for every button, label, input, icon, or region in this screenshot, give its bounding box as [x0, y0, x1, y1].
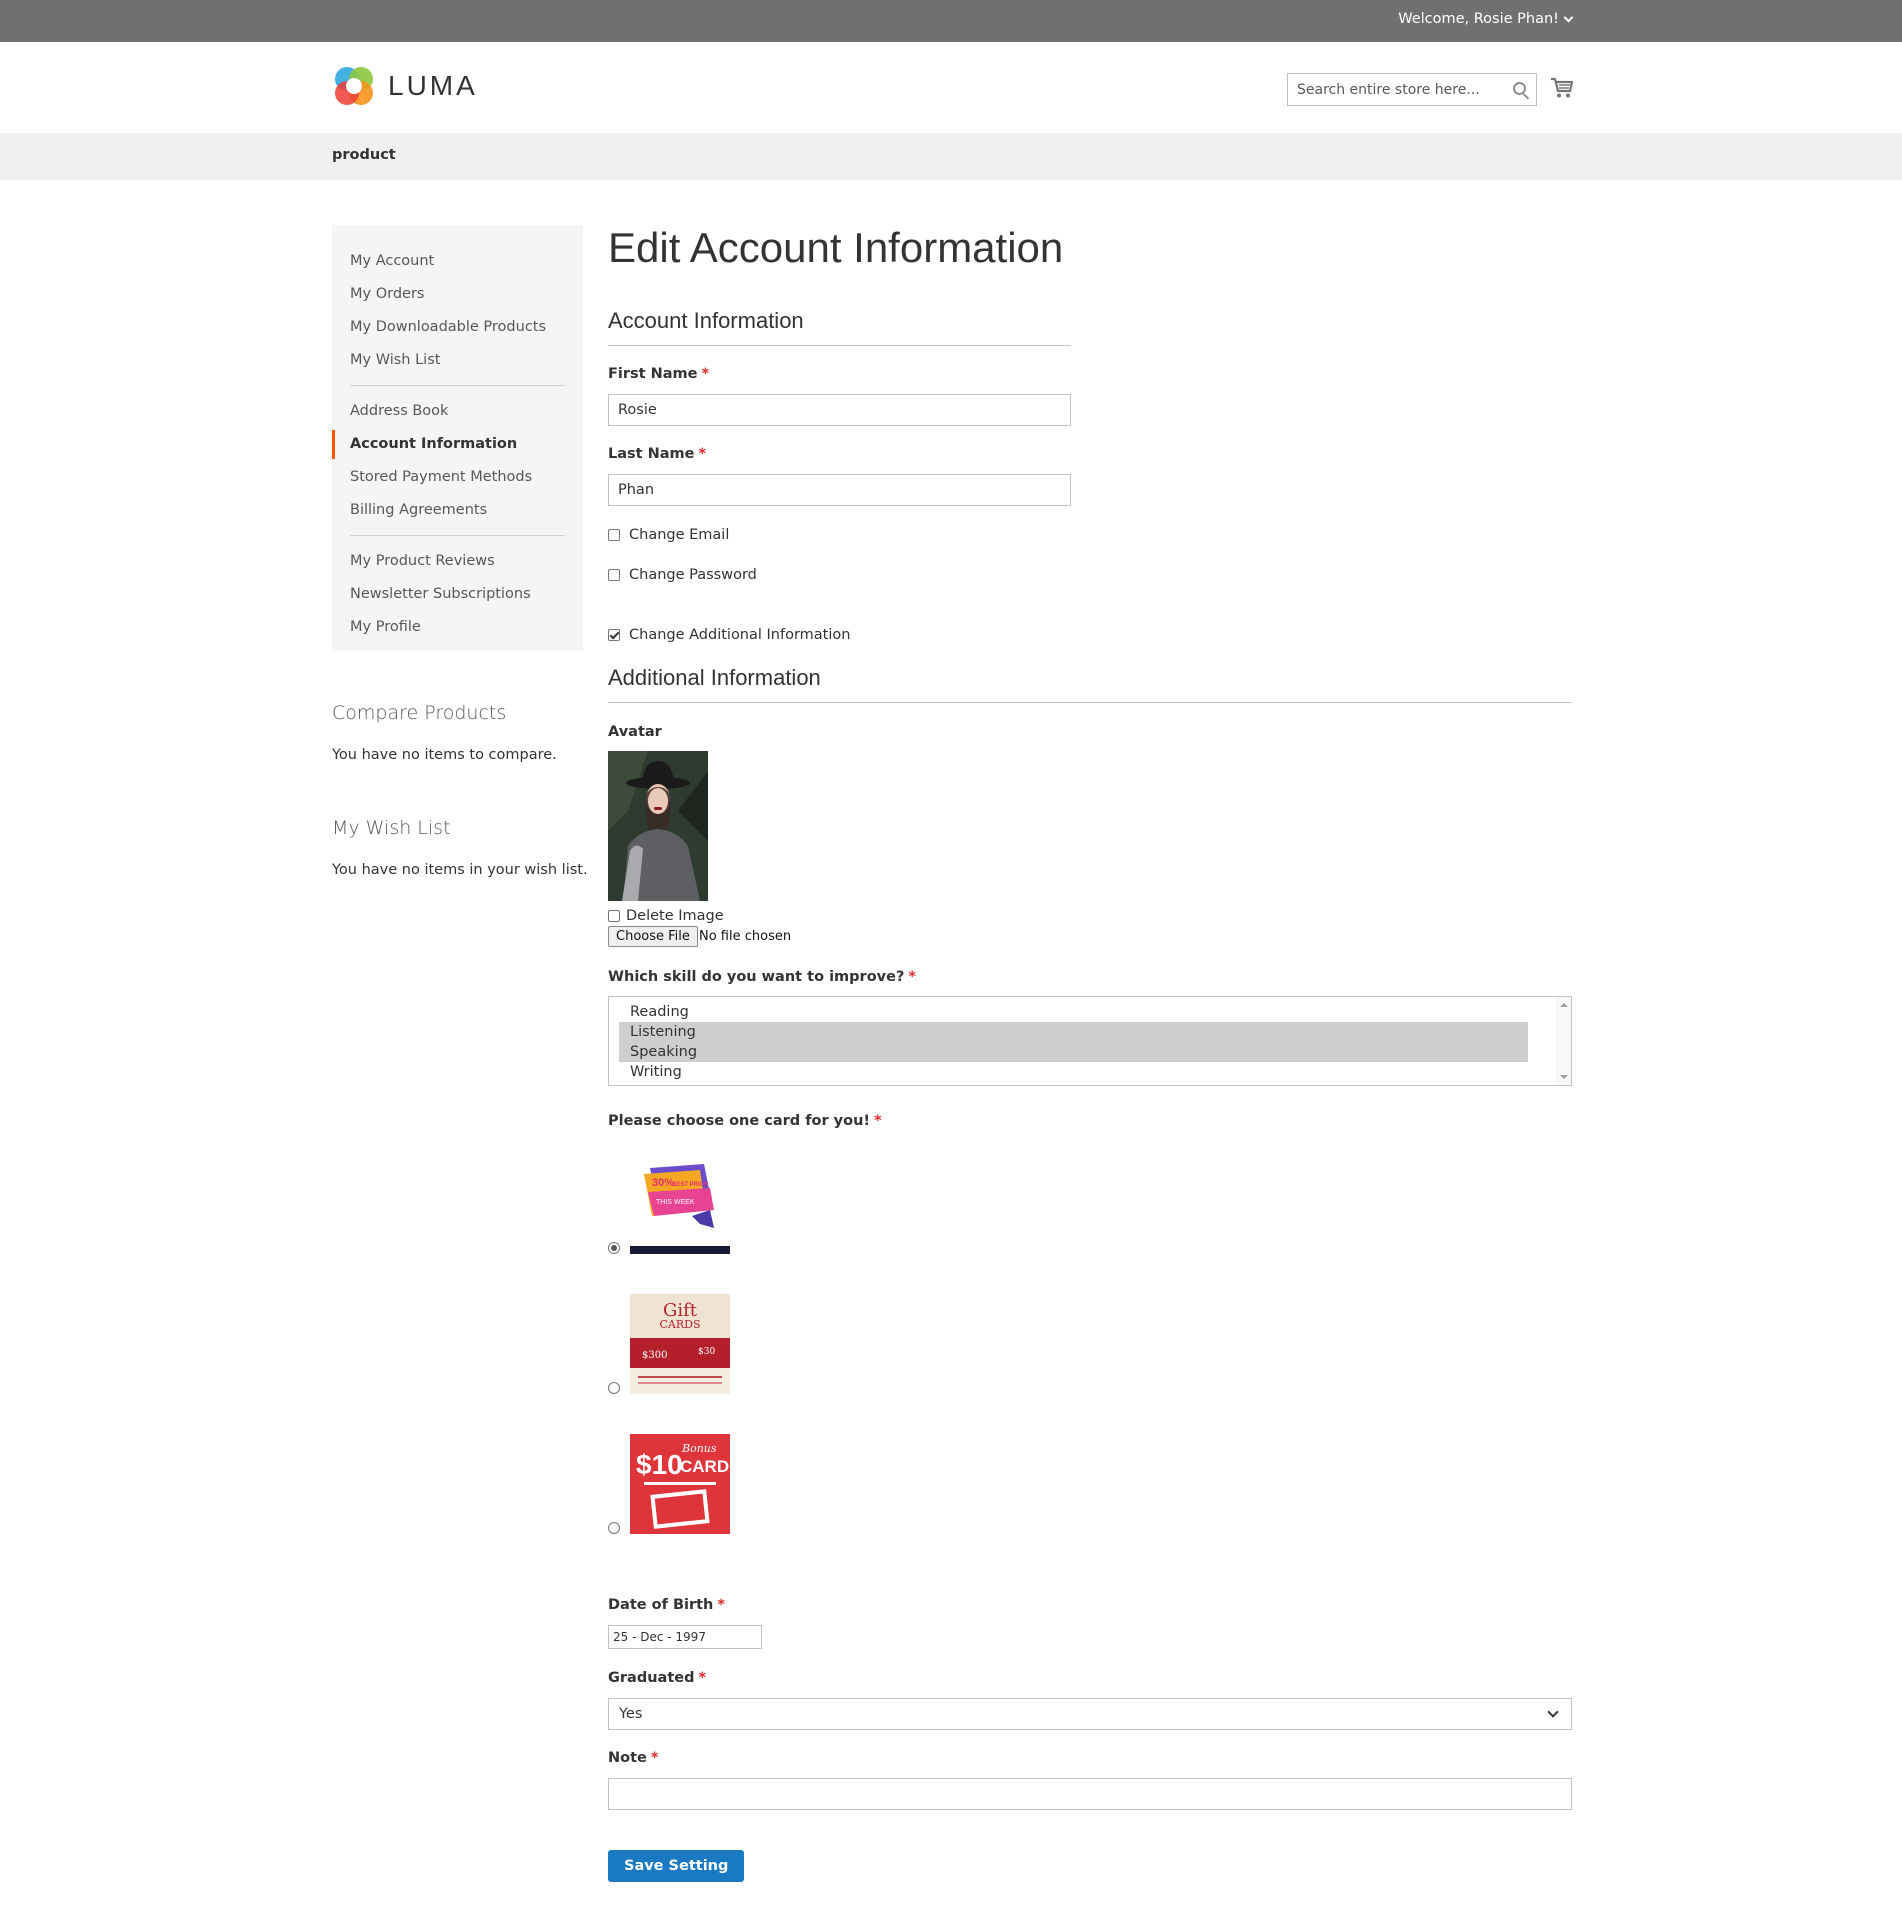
- chevron-down-icon: [1547, 1706, 1559, 1718]
- card-label: Please choose one card for you! *: [608, 1113, 882, 1129]
- skill-multiselect[interactable]: Reading Listening Speaking Writing: [608, 996, 1572, 1086]
- chevron-down-icon: [1563, 12, 1574, 22]
- checkbox-box-checked[interactable]: [608, 629, 620, 641]
- nav-item-my-profile[interactable]: My Profile: [332, 611, 583, 644]
- logo[interactable]: LUMA: [332, 64, 478, 108]
- wish-list-text: You have no items in your wish list.: [332, 862, 588, 878]
- skill-option-writing[interactable]: Writing: [619, 1062, 1528, 1082]
- breadcrumb: product: [0, 133, 1902, 180]
- dob-input[interactable]: [608, 1625, 762, 1649]
- change-additional-checkbox[interactable]: Change Additional Information: [608, 627, 850, 643]
- card-image-best-price[interactable]: 30% BEST PRICE THIS WEEK: [630, 1154, 730, 1254]
- checkbox-box[interactable]: [608, 910, 620, 922]
- card-radio-3[interactable]: [608, 1522, 620, 1534]
- skill-option-speaking[interactable]: Speaking: [619, 1042, 1528, 1062]
- search-input[interactable]: [1288, 74, 1498, 105]
- welcome-menu[interactable]: Welcome, Rosie Phan!: [1398, 11, 1574, 27]
- wish-list-title: My Wish List: [332, 817, 451, 839]
- nav-item-account-information[interactable]: Account Information: [332, 428, 583, 461]
- legend-rule: [608, 345, 1071, 346]
- nav-item-downloadable-products[interactable]: My Downloadable Products: [332, 311, 583, 344]
- cart-icon[interactable]: [1550, 76, 1574, 100]
- first-name-input[interactable]: [608, 394, 1071, 426]
- nav-item-wish-list[interactable]: My Wish List: [332, 344, 583, 377]
- luma-logo-icon: [335, 67, 373, 105]
- nav-item-stored-payment-methods[interactable]: Stored Payment Methods: [332, 461, 583, 494]
- card3-text-bonus: Bonus: [681, 1442, 717, 1455]
- logo-text: LUMA: [388, 70, 478, 101]
- card1-text-best-price: BEST PRICE: [672, 1182, 708, 1188]
- card1-text-this-week: THIS WEEK: [656, 1199, 695, 1206]
- nav-divider: [332, 527, 583, 545]
- nav-item-billing-agreements[interactable]: Billing Agreements: [332, 494, 583, 527]
- change-email-label: Change Email: [629, 527, 730, 543]
- note-label: Note *: [608, 1750, 659, 1766]
- nav-divider: [332, 377, 583, 395]
- avatar-image: [608, 751, 708, 901]
- nav-item-address-book[interactable]: Address Book: [332, 395, 583, 428]
- card3-text-card: CARD: [680, 1457, 729, 1476]
- compare-products-text: You have no items to compare.: [332, 747, 557, 763]
- top-bar: Welcome, Rosie Phan!: [0, 0, 1902, 42]
- checkbox-box[interactable]: [608, 569, 620, 581]
- dob-label: Date of Birth *: [608, 1597, 725, 1613]
- change-password-label: Change Password: [629, 567, 757, 583]
- last-name-input[interactable]: [608, 474, 1071, 506]
- skill-option-reading[interactable]: Reading: [619, 1002, 1528, 1022]
- legend-rule: [608, 702, 1572, 703]
- change-email-checkbox[interactable]: Change Email: [608, 527, 729, 543]
- nav-item-product-reviews[interactable]: My Product Reviews: [332, 545, 583, 578]
- card2-text-amount: $300: [642, 1350, 667, 1361]
- account-nav: My Account My Orders My Downloadable Pro…: [332, 225, 583, 651]
- search-icon[interactable]: [1513, 82, 1526, 95]
- nav-item-newsletter-subscriptions[interactable]: Newsletter Subscriptions: [332, 578, 583, 611]
- first-name-label: First Name *: [608, 366, 710, 382]
- card2-text-cards: CARDS: [660, 1318, 701, 1331]
- last-name-label: Last Name *: [608, 446, 707, 462]
- card-image-gift-cards[interactable]: Gift CARDS $300 $30: [630, 1294, 730, 1394]
- skill-option-listening[interactable]: Listening: [619, 1022, 1528, 1042]
- scrollbar[interactable]: [1556, 997, 1571, 1085]
- card-radio-2[interactable]: [608, 1382, 620, 1394]
- card-image-bonus-card[interactable]: $10 Bonus CARD: [630, 1434, 730, 1534]
- page-title: Edit Account Information: [608, 224, 1064, 271]
- nav-item-my-account[interactable]: My Account: [332, 245, 583, 278]
- delete-image-checkbox[interactable]: Delete Image: [608, 908, 724, 924]
- save-setting-button[interactable]: Save Setting: [608, 1850, 745, 1882]
- additional-information-legend: Additional Information: [608, 665, 821, 690]
- card-radio-1[interactable]: [608, 1242, 620, 1254]
- no-file-chosen-text: No file chosen: [699, 929, 792, 944]
- welcome-text: Welcome, Rosie Phan!: [1398, 11, 1559, 27]
- nav-item-my-orders[interactable]: My Orders: [332, 278, 583, 311]
- compare-products-title: Compare Products: [332, 702, 507, 724]
- search-box: [1287, 73, 1537, 106]
- graduated-select[interactable]: Yes: [608, 1698, 1572, 1730]
- checkbox-box[interactable]: [608, 529, 620, 541]
- graduated-selected-value: Yes: [619, 1706, 643, 1722]
- skill-label: Which skill do you want to improve? *: [608, 969, 916, 985]
- change-password-checkbox[interactable]: Change Password: [608, 567, 757, 583]
- card2-text-bonus: $30: [698, 1347, 715, 1357]
- scroll-up-icon[interactable]: [1560, 1003, 1568, 1007]
- graduated-label: Graduated *: [608, 1670, 707, 1686]
- delete-image-label: Delete Image: [626, 908, 724, 924]
- scroll-down-icon[interactable]: [1560, 1075, 1568, 1079]
- header: LUMA: [0, 42, 1902, 133]
- note-input[interactable]: [608, 1778, 1572, 1810]
- breadcrumb-current: product: [332, 147, 396, 163]
- account-information-legend: Account Information: [608, 308, 804, 333]
- change-additional-label: Change Additional Information: [629, 627, 851, 643]
- choose-file-button[interactable]: Choose File: [608, 926, 698, 947]
- card3-text-amount: $10: [636, 1449, 683, 1480]
- avatar-label: Avatar: [608, 724, 662, 740]
- card1-text-percent: 30%: [652, 1177, 674, 1189]
